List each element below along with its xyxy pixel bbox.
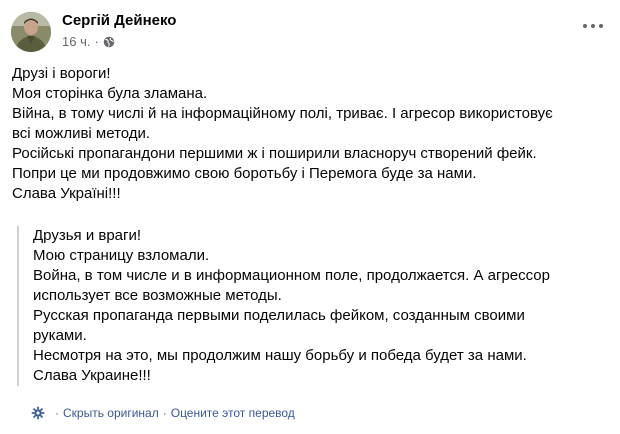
- post-time[interactable]: 16 ч.: [62, 34, 90, 49]
- post-line: Війна, в тому числі й на інформаційному …: [12, 105, 553, 122]
- post-line: всі можливі методи.: [12, 125, 151, 142]
- post-line: Попри це ми продовжимо свою боротьбу і П…: [12, 165, 477, 182]
- translation-line: Несмотря на это, мы продолжим нашу борьб…: [33, 347, 527, 364]
- post-line: Друзі і вороги!: [12, 65, 111, 82]
- globe-icon: [103, 36, 115, 47]
- translation-line: Русская пропаганда первыми поделилась фе…: [33, 307, 525, 324]
- avatar[interactable]: [11, 12, 51, 52]
- avatar-photo: [11, 12, 51, 52]
- meta-separator: ·: [94, 34, 99, 49]
- post-meta: 16 ч. ·: [62, 34, 115, 49]
- translation-block: Друзья и враги! Мою страницу взломали. В…: [17, 226, 620, 386]
- post-header: Сергій Дейнеко 16 ч. ·: [11, 10, 609, 54]
- more-options-icon[interactable]: [581, 16, 605, 36]
- translation-line: Мою страницу взломали.: [33, 247, 210, 264]
- translation-line: Друзья и враги!: [33, 227, 142, 244]
- translation-line: Война, в том числе и в информационном по…: [33, 267, 550, 284]
- translation-line: Слава Украине!!!: [33, 367, 151, 384]
- post-line: Моя сторінка була зламана.: [12, 85, 208, 102]
- translation-footer: · Скрыть оригинал · Оцените этот перевод: [31, 406, 295, 420]
- post-text: Друзі і вороги! Моя сторінка була зламан…: [12, 64, 612, 204]
- translation-line: руками.: [33, 327, 87, 344]
- author-name[interactable]: Сергій Дейнеко: [62, 12, 176, 29]
- footer-separator: ·: [55, 406, 59, 420]
- translate-gear-icon[interactable]: [31, 406, 45, 420]
- post-line: Російські пропагандони першими ж і пошир…: [12, 145, 537, 162]
- rate-translation-link[interactable]: Оцените этот перевод: [171, 406, 295, 420]
- hide-original-link[interactable]: Скрыть оригинал: [63, 406, 159, 420]
- translation-line: использует все возможные методы.: [33, 287, 282, 304]
- post-line: Слава Україні!!!: [12, 185, 121, 202]
- footer-separator: ·: [162, 406, 167, 420]
